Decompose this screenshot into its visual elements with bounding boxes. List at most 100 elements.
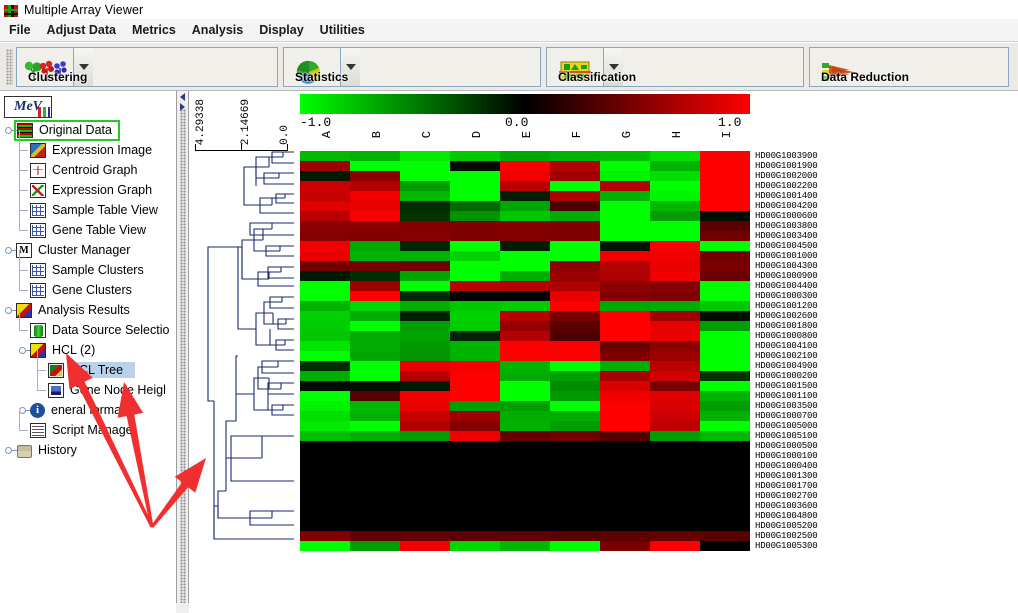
heatmap-row[interactable] — [300, 201, 750, 211]
expression-heatmap[interactable] — [300, 151, 750, 551]
heatmap-cell[interactable] — [650, 441, 700, 451]
heatmap-cell[interactable] — [650, 201, 700, 211]
heatmap-cell[interactable] — [600, 171, 650, 181]
menu-adjust-data[interactable]: Adjust Data — [40, 21, 123, 39]
heatmap-cell[interactable] — [350, 461, 400, 471]
heatmap-cell[interactable] — [300, 221, 350, 231]
heatmap-cell[interactable] — [650, 151, 700, 161]
heatmap-cell[interactable] — [400, 421, 450, 431]
tree-node-hcl[interactable]: HCL (2) — [0, 340, 176, 360]
heatmap-row[interactable] — [300, 471, 750, 481]
heatmap-cell[interactable] — [350, 191, 400, 201]
heatmap-cell[interactable] — [700, 401, 750, 411]
tree-node-centroid-graph[interactable]: Centroid Graph — [0, 150, 176, 180]
heatmap-row[interactable] — [300, 251, 750, 261]
heatmap-row[interactable] — [300, 151, 750, 161]
heatmap-cell[interactable] — [300, 311, 350, 321]
heatmap-cell[interactable] — [650, 461, 700, 471]
heatmap-cell[interactable] — [350, 311, 400, 321]
heatmap-row[interactable] — [300, 501, 750, 511]
heatmap-cell[interactable] — [700, 381, 750, 391]
heatmap-cell[interactable] — [400, 151, 450, 161]
menu-file[interactable]: File — [2, 21, 38, 39]
heatmap-cell[interactable] — [650, 261, 700, 271]
heatmap-cell[interactable] — [550, 361, 600, 371]
heatmap-cell[interactable] — [600, 451, 650, 461]
heatmap-cell[interactable] — [350, 401, 400, 411]
heatmap-cell[interactable] — [600, 161, 650, 171]
heatmap-cell[interactable] — [550, 251, 600, 261]
heatmap-row[interactable] — [300, 421, 750, 431]
expander-hcl[interactable] — [14, 346, 31, 354]
menu-metrics[interactable]: Metrics — [125, 21, 183, 39]
heatmap-cell[interactable] — [550, 511, 600, 521]
heatmap-cell[interactable] — [550, 541, 600, 551]
tree-node-hcl-tree[interactable]: HCL Tree — [0, 350, 176, 380]
heatmap-cell[interactable] — [550, 191, 600, 201]
heatmap-cell[interactable] — [700, 541, 750, 551]
heatmap-cell[interactable] — [700, 521, 750, 531]
heatmap-cell[interactable] — [550, 441, 600, 451]
heatmap-cell[interactable] — [400, 541, 450, 551]
heatmap-cell[interactable] — [700, 191, 750, 201]
heatmap-cell[interactable] — [400, 241, 450, 251]
toolbar-button-classification[interactable]: Classification — [546, 46, 804, 87]
heatmap-cell[interactable] — [400, 201, 450, 211]
heatmap-cell[interactable] — [300, 511, 350, 521]
heatmap-cell[interactable] — [650, 491, 700, 501]
tree-node-analysis-results[interactable]: Analysis Results — [0, 300, 176, 320]
heatmap-cell[interactable] — [700, 411, 750, 421]
heatmap-cell[interactable] — [650, 401, 700, 411]
heatmap-row[interactable] — [300, 451, 750, 461]
heatmap-cell[interactable] — [550, 531, 600, 541]
heatmap-cell[interactable] — [600, 221, 650, 231]
heatmap-row[interactable] — [300, 371, 750, 381]
heatmap-cell[interactable] — [700, 341, 750, 351]
heatmap-cell[interactable] — [300, 231, 350, 241]
heatmap-cell[interactable] — [300, 181, 350, 191]
heatmap-cell[interactable] — [700, 471, 750, 481]
heatmap-cell[interactable] — [350, 181, 400, 191]
heatmap-cell[interactable] — [650, 271, 700, 281]
heatmap-cell[interactable] — [650, 181, 700, 191]
menu-display[interactable]: Display — [252, 21, 310, 39]
heatmap-cell[interactable] — [500, 281, 550, 291]
heatmap-cell[interactable] — [700, 531, 750, 541]
heatmap-cell[interactable] — [500, 371, 550, 381]
heatmap-cell[interactable] — [350, 531, 400, 541]
heatmap-cell[interactable] — [400, 361, 450, 371]
heatmap-cell[interactable] — [350, 261, 400, 271]
heatmap-cell[interactable] — [650, 351, 700, 361]
heatmap-row[interactable] — [300, 301, 750, 311]
heatmap-row[interactable] — [300, 181, 750, 191]
heatmap-cell[interactable] — [500, 331, 550, 341]
heatmap-cell[interactable] — [400, 341, 450, 351]
heatmap-row[interactable] — [300, 531, 750, 541]
heatmap-cell[interactable] — [600, 341, 650, 351]
heatmap-cell[interactable] — [450, 321, 500, 331]
heatmap-cell[interactable] — [700, 151, 750, 161]
heatmap-cell[interactable] — [700, 421, 750, 431]
heatmap-cell[interactable] — [450, 491, 500, 501]
heatmap-cell[interactable] — [550, 521, 600, 531]
heatmap-cell[interactable] — [300, 321, 350, 331]
tree-node-script-manager[interactable]: Script Manager — [0, 410, 176, 440]
heatmap-cell[interactable] — [550, 221, 600, 231]
heatmap-cell[interactable] — [300, 421, 350, 431]
heatmap-cell[interactable] — [350, 291, 400, 301]
heatmap-cell[interactable] — [450, 481, 500, 491]
heatmap-cell[interactable] — [650, 501, 700, 511]
heatmap-cell[interactable] — [400, 371, 450, 381]
menu-analysis[interactable]: Analysis — [185, 21, 250, 39]
heatmap-cell[interactable] — [700, 481, 750, 491]
heatmap-cell[interactable] — [700, 361, 750, 371]
heatmap-cell[interactable] — [600, 241, 650, 251]
heatmap-cell[interactable] — [650, 231, 700, 241]
heatmap-cell[interactable] — [500, 161, 550, 171]
heatmap-cell[interactable] — [500, 201, 550, 211]
heatmap-cell[interactable] — [550, 451, 600, 461]
heatmap-cell[interactable] — [350, 281, 400, 291]
tree-node-gene-node-height[interactable]: Gene Node Heigl — [0, 370, 176, 400]
menu-utilities[interactable]: Utilities — [313, 21, 372, 39]
heatmap-cell[interactable] — [600, 501, 650, 511]
